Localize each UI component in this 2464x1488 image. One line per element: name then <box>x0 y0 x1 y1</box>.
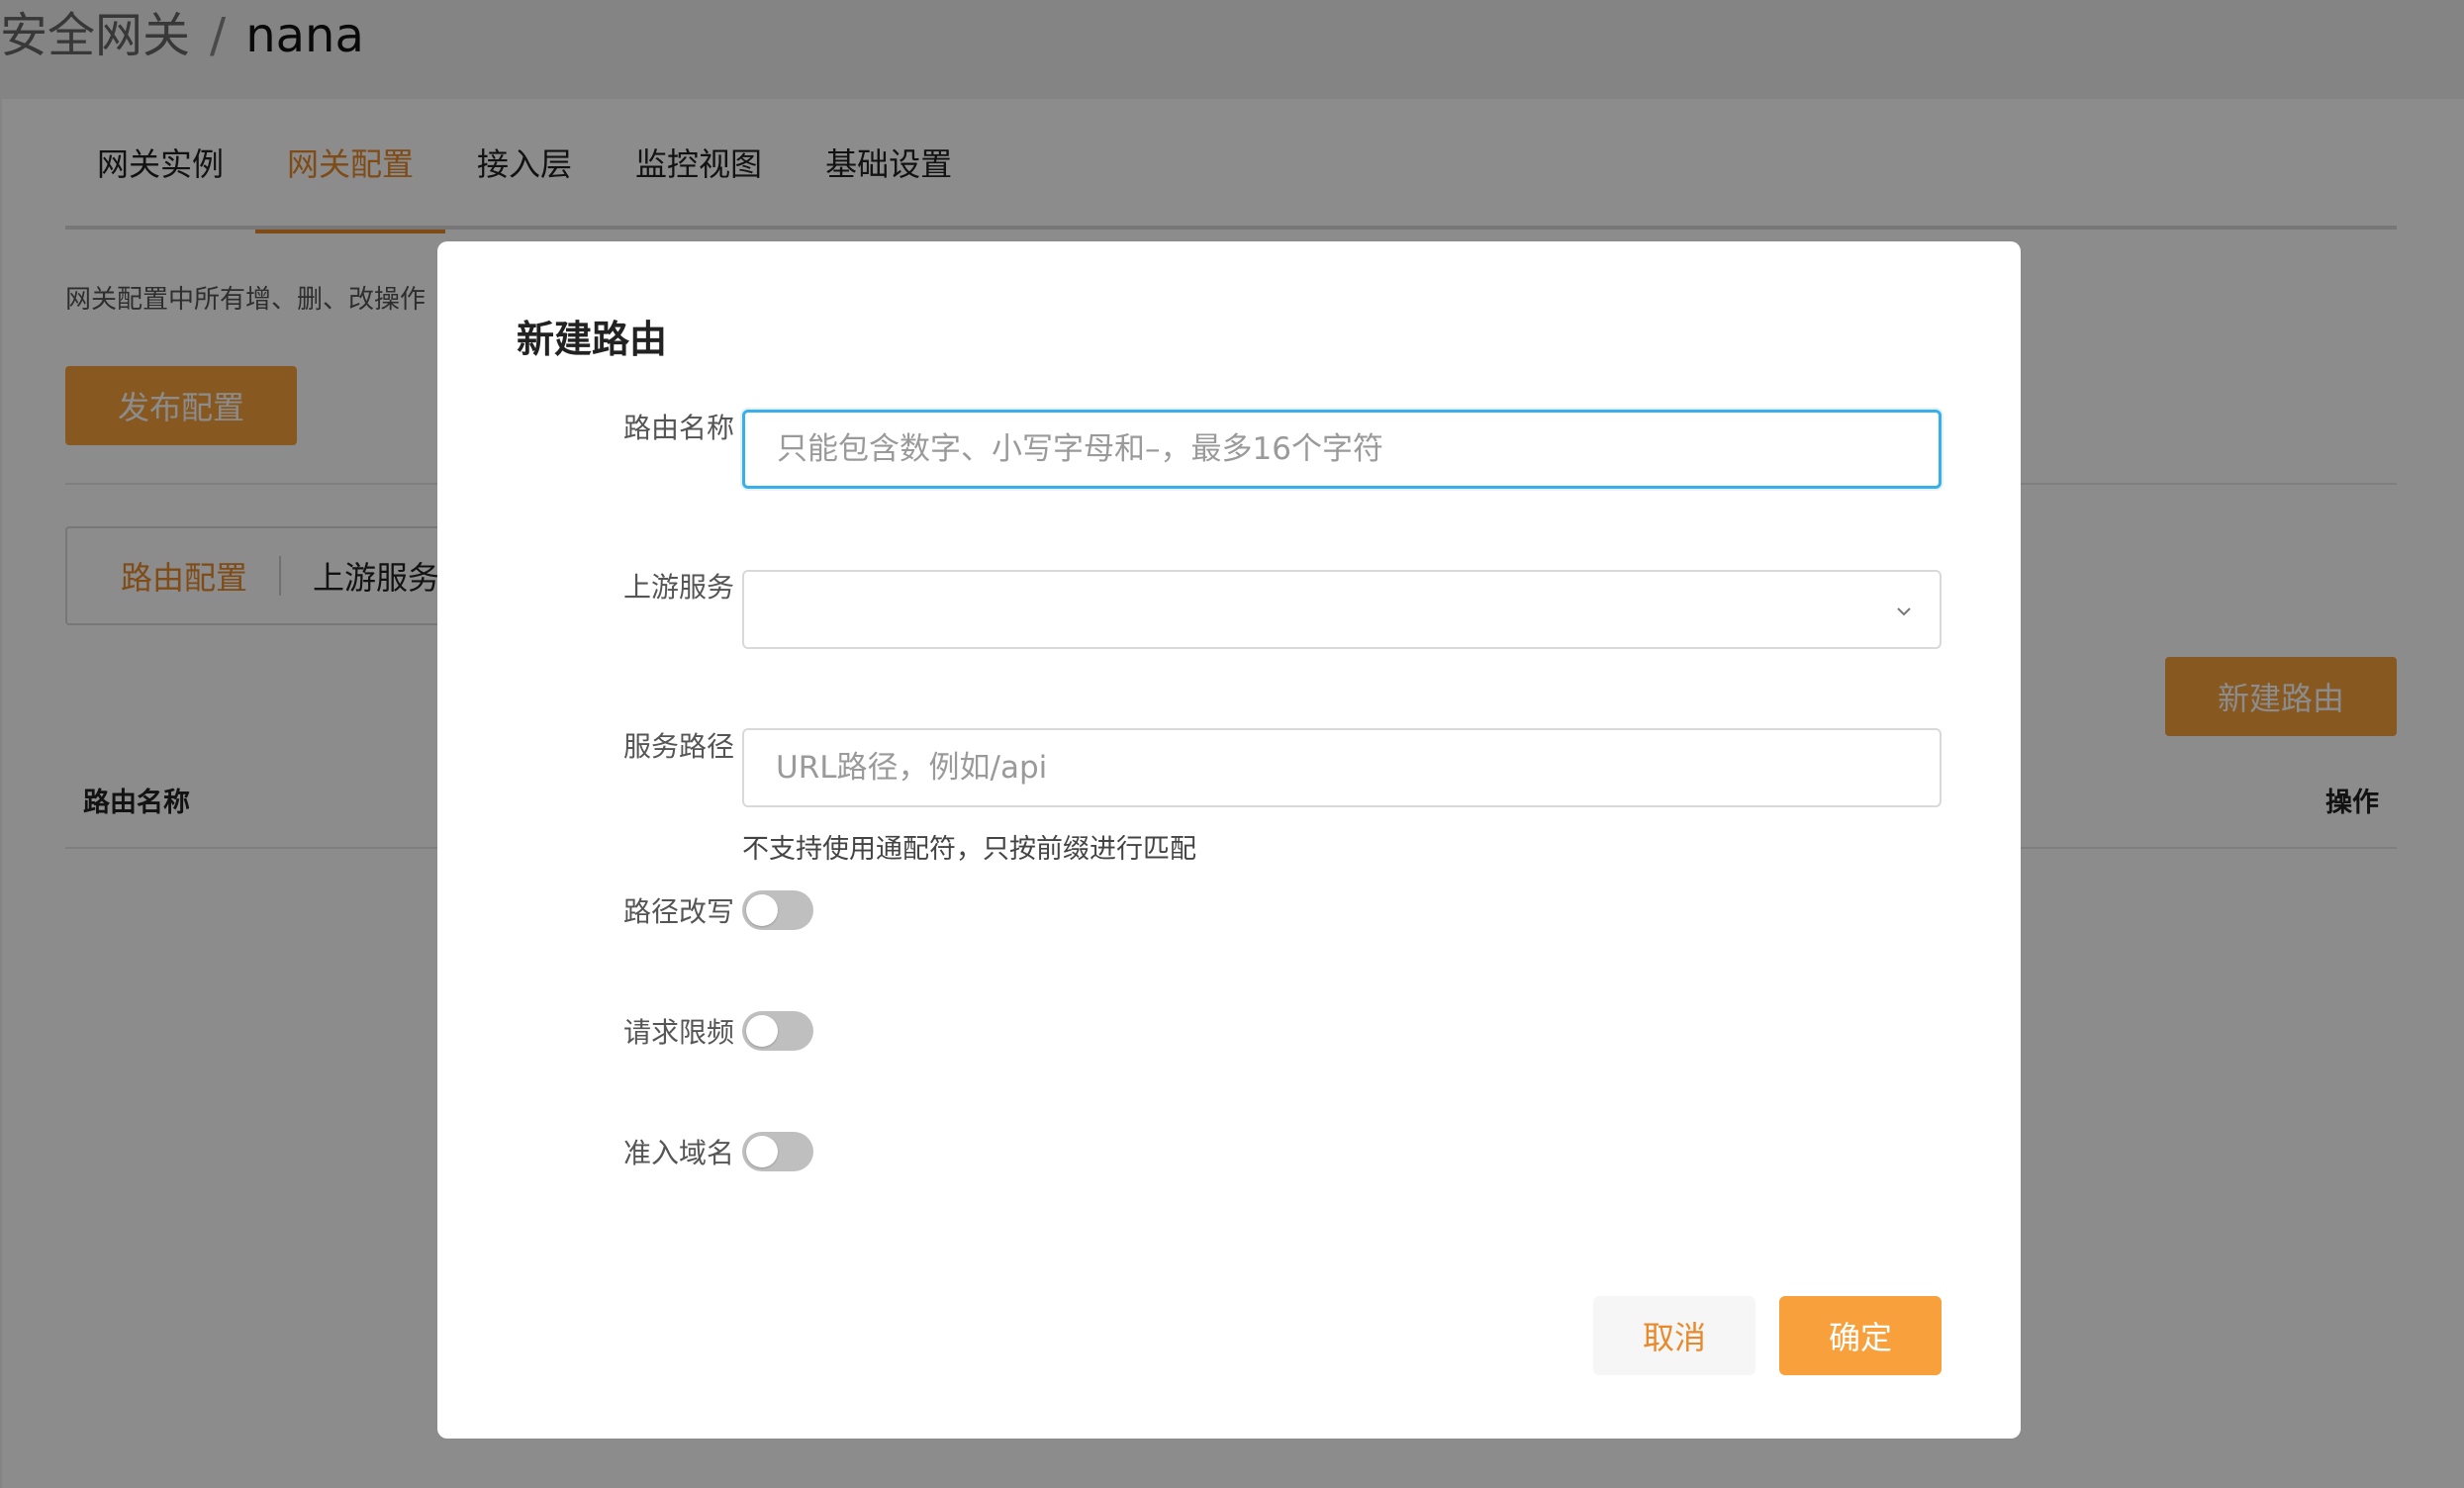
rate-limit-switch[interactable] <box>742 1011 813 1051</box>
path-rewrite-switch[interactable] <box>742 890 813 930</box>
chevron-down-icon <box>1897 607 1911 616</box>
upstream-select[interactable] <box>742 570 1942 649</box>
route-name-placeholder: 只能包含数字、小写字母和–，最多16个字符 <box>777 431 1383 467</box>
domain-whitelist-label: 准入域名 <box>622 1137 734 1169</box>
switch-knob <box>746 1015 778 1047</box>
service-path-placeholder: URL路径，例如/api <box>776 750 1048 786</box>
service-path-label: 服务路径 <box>622 730 734 763</box>
route-name-input[interactable]: 只能包含数字、小写字母和–，最多16个字符 <box>742 410 1942 489</box>
cancel-button[interactable]: 取消 <box>1593 1296 1755 1375</box>
route-name-label: 路由名称 <box>622 412 734 444</box>
upstream-label: 上游服务 <box>622 571 734 604</box>
new-route-dialog: 新建路由 路由名称 只能包含数字、小写字母和–，最多16个字符 上游服务 服务路… <box>437 241 2021 1439</box>
domain-whitelist-switch[interactable] <box>742 1132 813 1171</box>
switch-knob <box>746 1136 778 1167</box>
rate-limit-label: 请求限频 <box>622 1016 734 1049</box>
service-path-help: 不支持使用通配符，只按前缀进行匹配 <box>742 834 1196 865</box>
confirm-button[interactable]: 确定 <box>1779 1296 1942 1375</box>
switch-knob <box>746 894 778 926</box>
service-path-input[interactable]: URL路径，例如/api <box>742 728 1942 807</box>
dialog-title: 新建路由 <box>517 318 668 361</box>
path-rewrite-label: 路径改写 <box>622 895 734 928</box>
